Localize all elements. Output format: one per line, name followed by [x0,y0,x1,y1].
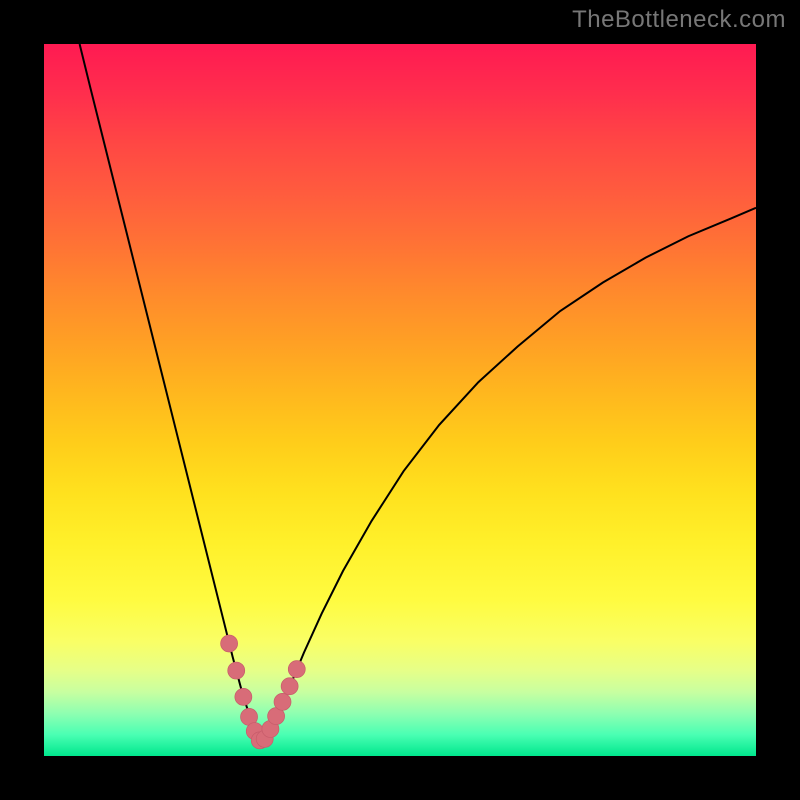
dip-marker [221,635,238,652]
chart-container: TheBottleneck.com [0,0,800,800]
plot-area [44,44,756,756]
dip-marker [228,662,245,679]
watermark-text: TheBottleneck.com [572,6,786,34]
chart-svg [44,44,756,756]
dip-marker [281,678,298,695]
dip-marker-group [221,635,306,749]
dip-marker [235,688,252,705]
dip-marker [288,661,305,678]
bottleneck-curve-line [80,44,756,742]
dip-marker [274,693,291,710]
